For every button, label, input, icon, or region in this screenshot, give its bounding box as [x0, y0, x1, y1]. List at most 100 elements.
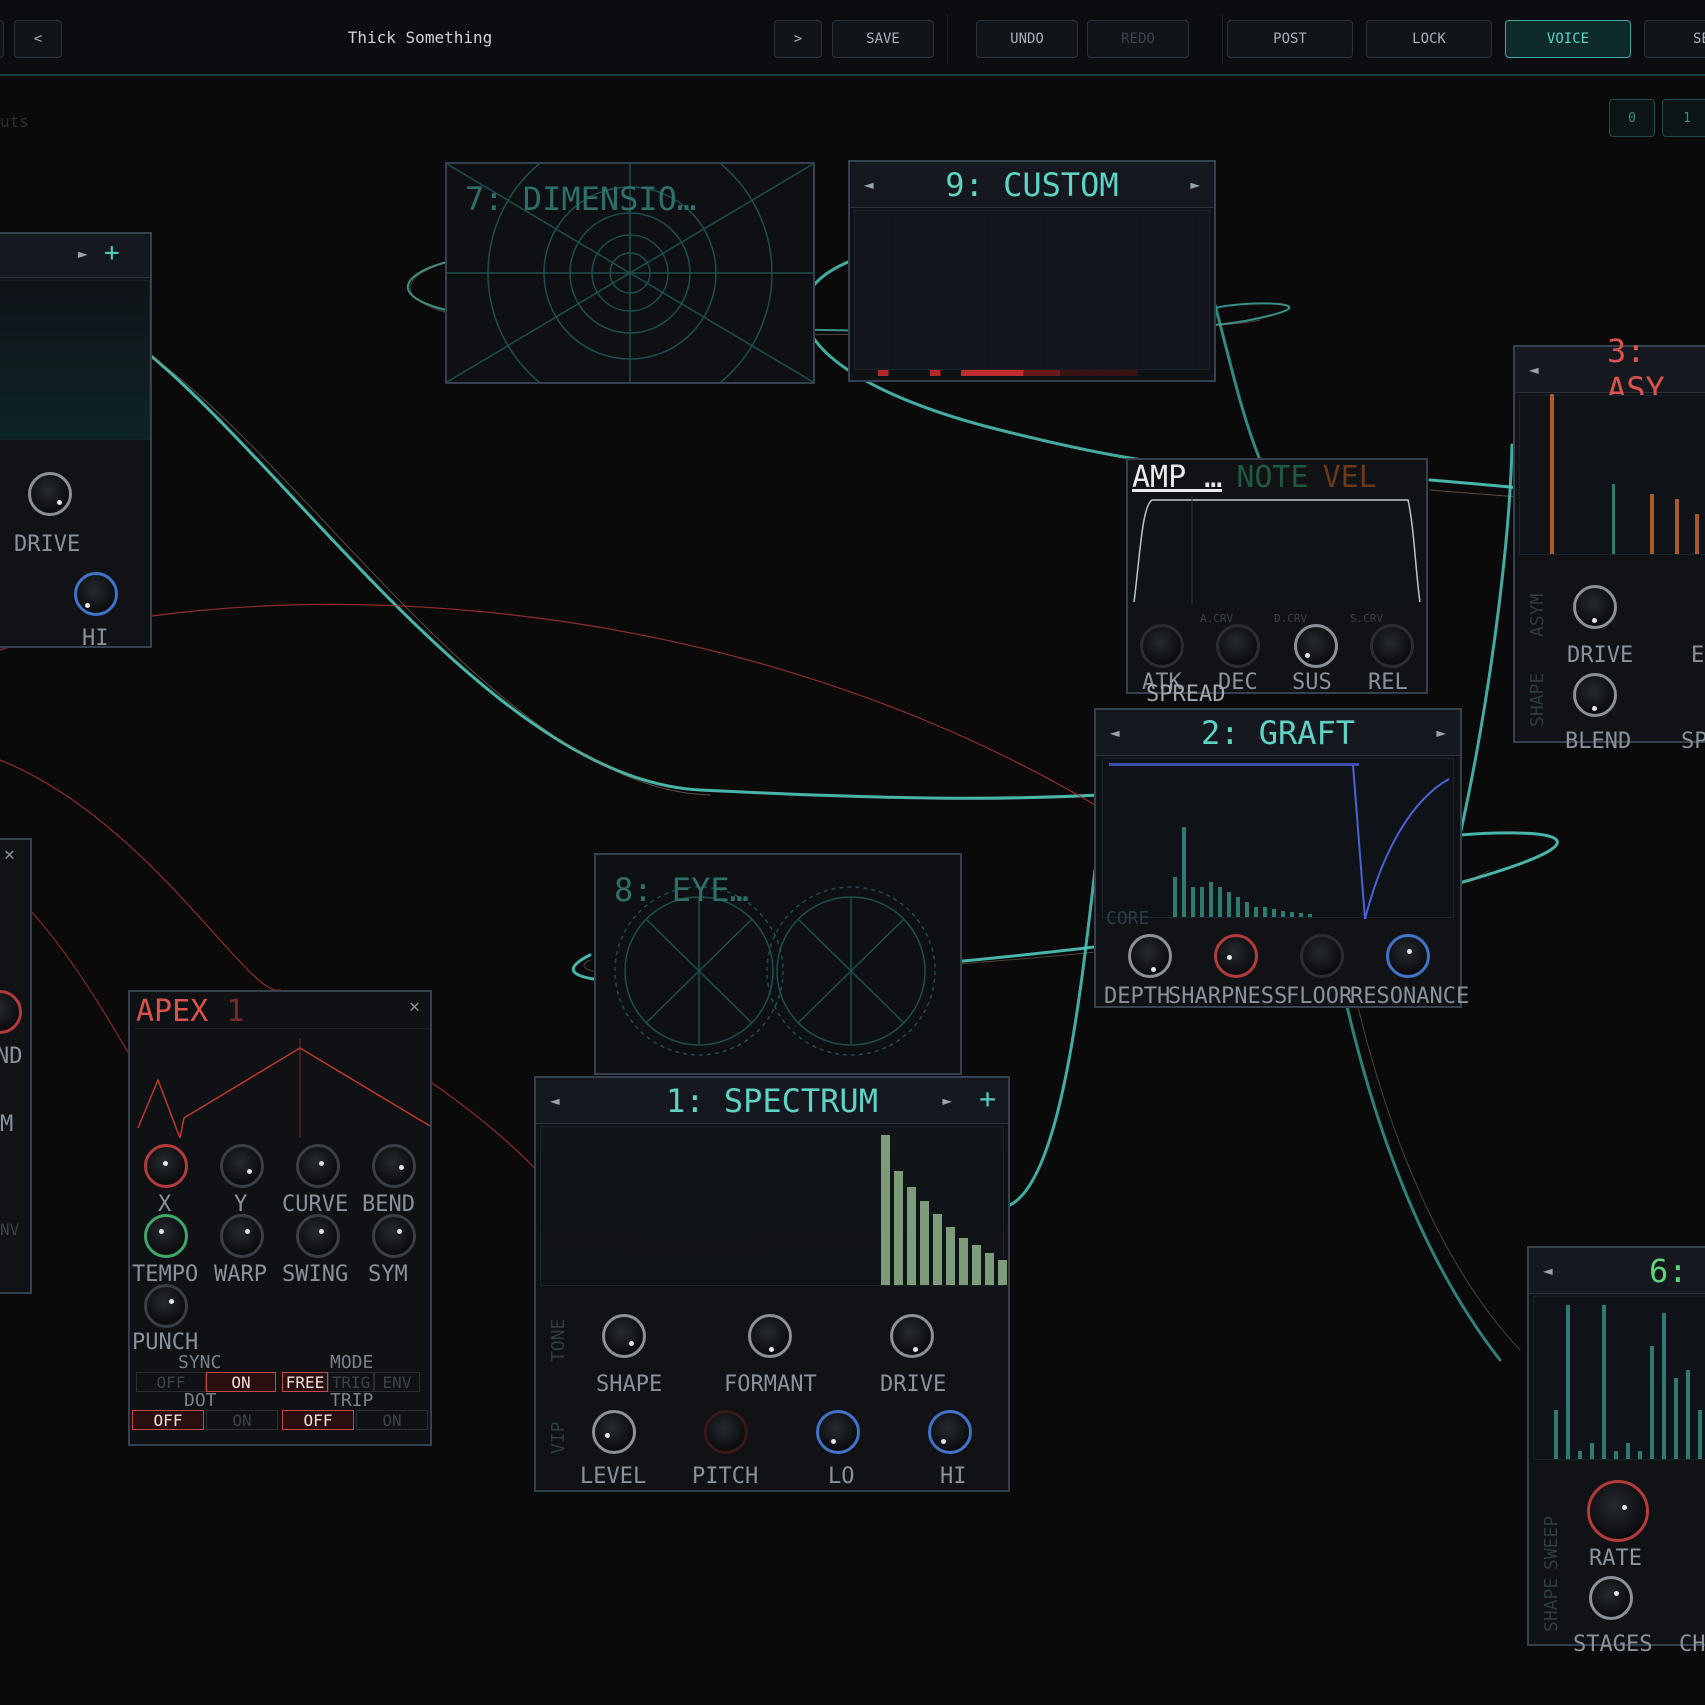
drive-knob[interactable] [890, 1314, 934, 1358]
module-header[interactable]: ► + [0, 234, 150, 278]
sync-off-toggle[interactable]: OFF [136, 1372, 206, 1392]
y-knob[interactable] [220, 1144, 264, 1188]
next-button[interactable]: > [774, 20, 822, 58]
x-knob[interactable] [144, 1144, 188, 1188]
trip-off-toggle[interactable]: OFF [282, 1410, 354, 1430]
post-button[interactable]: POST [1227, 20, 1353, 58]
save-button[interactable]: SAVE [832, 20, 934, 58]
close-icon[interactable]: ✕ [409, 996, 420, 1017]
prev-arrow-icon[interactable]: ◄ [1543, 1261, 1553, 1280]
drive-knob[interactable] [1573, 585, 1617, 629]
custom-step-bar [878, 370, 1138, 376]
blend-knob[interactable] [1573, 673, 1617, 717]
swing-knob[interactable] [296, 1214, 340, 1258]
mode-trig-toggle[interactable]: TRIG [328, 1372, 374, 1392]
dot-on-toggle[interactable]: ON [206, 1410, 278, 1430]
module-envelope[interactable]: AMP … NOTE VEL A.CRV D.CRV S.CRV ATK DEC… [1126, 458, 1428, 707]
module-dimension[interactable]: 7: DIMENSIO… [445, 162, 815, 384]
patch-canvas[interactable]: < Thick Something > SAVE UNDO REDO POST … [0, 0, 1705, 1705]
graft-curve [1352, 764, 1450, 919]
next-arrow-icon[interactable]: ► [942, 1091, 952, 1110]
module-eye[interactable]: 8: EYE… [594, 853, 962, 1075]
sus-knob[interactable] [1294, 624, 1338, 668]
lock-button[interactable]: LOCK [1366, 20, 1492, 58]
tempo-knob[interactable] [144, 1214, 188, 1258]
module-header[interactable]: ◄ 2: GRAFT ► [1096, 710, 1460, 756]
mode-env-toggle[interactable]: ENV [374, 1372, 420, 1392]
add-icon[interactable]: + [104, 238, 120, 268]
sharpness-knob[interactable] [1214, 934, 1258, 978]
module-sweep[interactable]: ◄ 6: SWEEP SHAPE RATE STAGES CH [1527, 1246, 1705, 1657]
sym-knob[interactable] [372, 1214, 416, 1258]
resonance-knob[interactable] [1386, 934, 1430, 978]
stages-knob[interactable] [1589, 1576, 1633, 1620]
prev-arrow-icon[interactable]: ◄ [550, 1091, 560, 1110]
curve-knob[interactable] [296, 1144, 340, 1188]
nd-label: ND [0, 1044, 23, 1069]
module-spectrum[interactable]: ◄ 1: SPECTRUM ► + TONE VIP SHAPE FORMANT… [534, 1076, 1010, 1492]
rate-knob[interactable] [1587, 1480, 1649, 1542]
e-label: E [1691, 643, 1705, 668]
module-title: 8: EYE… [614, 871, 749, 909]
patch-title[interactable]: Thick Something [300, 28, 540, 47]
dec-knob[interactable] [1216, 624, 1260, 668]
module-left-mid[interactable]: ✕ ND M NV [0, 838, 32, 1294]
lo-knob[interactable] [816, 1410, 860, 1454]
prev-arrow-icon[interactable]: ◄ [1110, 723, 1120, 742]
bend-knob[interactable] [372, 1144, 416, 1188]
hi-knob[interactable] [928, 1410, 972, 1454]
next-arrow-icon[interactable]: ► [1190, 175, 1200, 194]
left-mid-knob[interactable] [0, 990, 22, 1034]
module-header[interactable]: ◄ 6: [1529, 1248, 1705, 1294]
hi-label: HI [940, 1464, 967, 1489]
outputs-label: uts [0, 112, 29, 131]
module-custom[interactable]: ◄ 9: CUSTOM ► [848, 160, 1216, 382]
se-button[interactable]: SE [1644, 20, 1705, 58]
module-apex[interactable]: APEX 1 ✕ X Y CURVE BEND TEMPO WARP SWING… [128, 990, 432, 1446]
tab-note[interactable]: NOTE [1236, 460, 1308, 495]
rel-knob[interactable] [1370, 624, 1414, 668]
prev-patch-button[interactable] [0, 20, 4, 58]
prev-button[interactable]: < [14, 20, 62, 58]
module-header[interactable]: APEX 1 [136, 994, 244, 1029]
page-button-0[interactable]: 0 [1609, 99, 1655, 137]
prev-arrow-icon[interactable]: ◄ [864, 175, 874, 194]
voice-button[interactable]: VOICE [1505, 20, 1631, 58]
close-icon[interactable]: ✕ [4, 844, 15, 865]
prev-arrow-icon[interactable]: ◄ [1529, 360, 1539, 379]
module-header[interactable]: ◄ 3: ASY [1515, 332, 1705, 408]
shape-knob[interactable] [602, 1314, 646, 1358]
trip-on-toggle[interactable]: ON [356, 1410, 428, 1430]
module-header[interactable]: ◄ 1: SPECTRUM ► + [536, 1078, 1008, 1124]
next-arrow-icon[interactable]: ► [78, 244, 88, 263]
spread-label: SPREAD [1146, 682, 1226, 707]
dot-off-toggle[interactable]: OFF [132, 1410, 204, 1430]
undo-button[interactable]: UNDO [976, 20, 1078, 58]
warp-knob[interactable] [220, 1214, 264, 1258]
depth-knob[interactable] [1128, 934, 1172, 978]
formant-knob[interactable] [748, 1314, 792, 1358]
module-asym[interactable]: ◄ 3: ASY ASYM SHAPE DRIVE E BLEND SP [1513, 332, 1705, 754]
punch-knob[interactable] [144, 1284, 188, 1328]
pitch-label: PITCH [692, 1464, 759, 1489]
floor-knob[interactable] [1300, 934, 1344, 978]
tab-vel[interactable]: VEL [1323, 460, 1377, 495]
hi-knob[interactable] [74, 572, 118, 616]
toolbar-divider [1222, 14, 1223, 64]
module-graft[interactable]: ◄ 2: GRAFT ► CORE DEPTH SHARPNESS FLOOR … [1094, 708, 1469, 1009]
atk-knob[interactable] [1140, 624, 1184, 668]
level-knob[interactable] [592, 1410, 636, 1454]
tab-amp[interactable]: AMP … [1132, 460, 1223, 495]
module-number: 1 [226, 994, 245, 1029]
drive-knob[interactable] [28, 472, 72, 516]
add-icon[interactable]: + [979, 1082, 996, 1115]
pitch-knob[interactable] [704, 1410, 748, 1454]
mode-label: MODE [330, 1352, 374, 1373]
next-arrow-icon[interactable]: ► [1436, 723, 1446, 742]
sync-on-toggle[interactable]: ON [206, 1372, 276, 1392]
page-button-1[interactable]: 1 [1662, 99, 1705, 137]
mode-free-toggle[interactable]: FREE [282, 1372, 328, 1392]
module-header[interactable]: ◄ 9: CUSTOM ► [850, 162, 1214, 208]
redo-button[interactable]: REDO [1087, 20, 1189, 58]
module-left-top[interactable]: ► + DRIVE HI [0, 232, 152, 651]
